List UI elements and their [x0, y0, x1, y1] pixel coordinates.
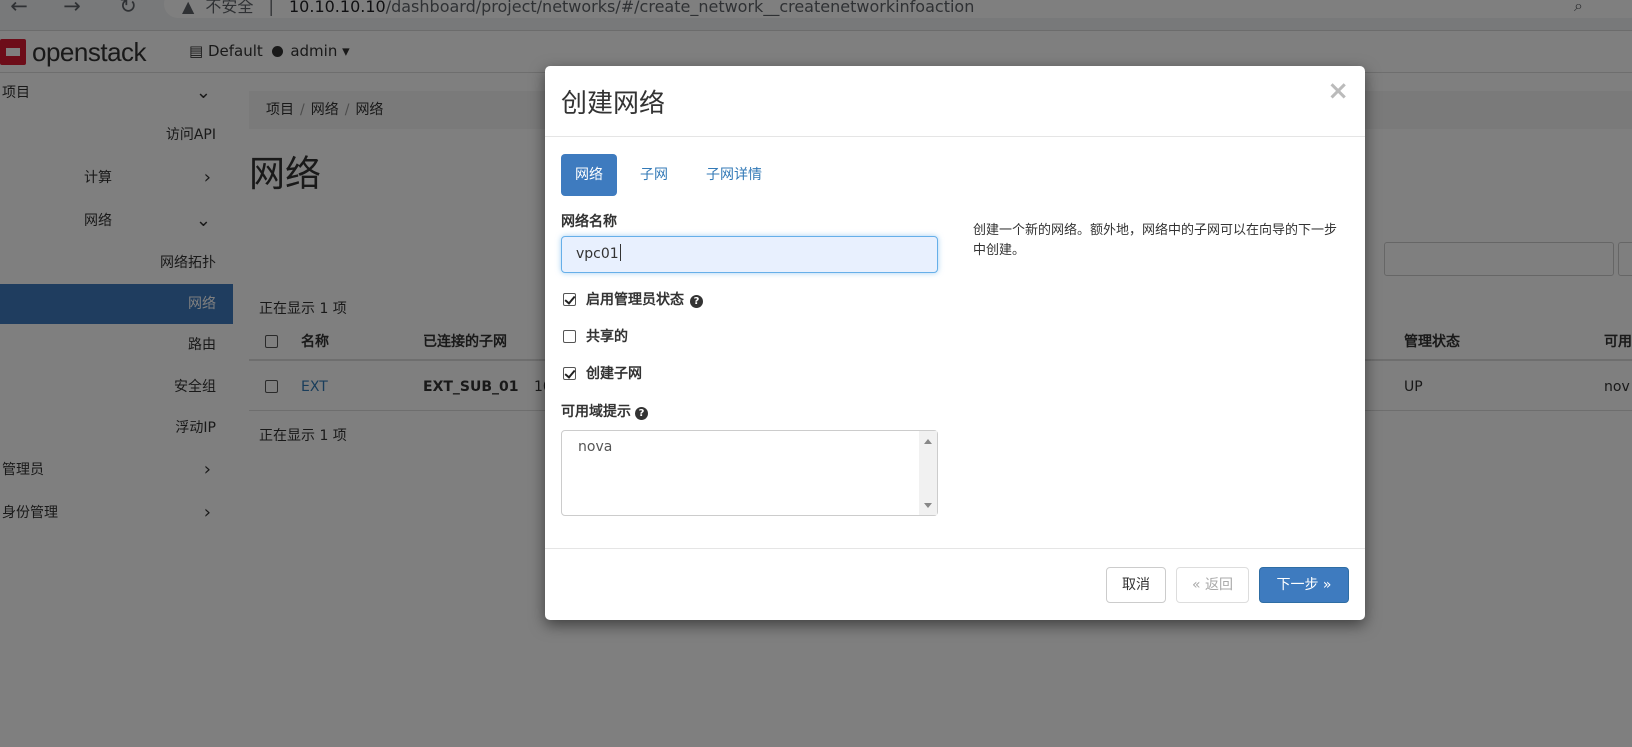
az-hints-select[interactable]: nova	[561, 430, 938, 516]
scroll-up-icon[interactable]	[924, 439, 932, 444]
tab-network[interactable]: 网络	[561, 154, 617, 196]
next-button[interactable]: 下一步 »	[1259, 567, 1349, 603]
admin-state-option[interactable]: 启用管理员状态?	[563, 290, 703, 310]
modal-title: 创建网络	[561, 89, 666, 119]
network-name-value: vpc01	[576, 246, 619, 262]
modal-footer: 取消 « 返回 下一步 »	[545, 548, 1365, 620]
back-button[interactable]: « 返回	[1176, 567, 1249, 603]
admin-state-label: 启用管理员状态	[586, 292, 684, 308]
cancel-button[interactable]: 取消	[1106, 567, 1166, 603]
az-hints-text: 可用域提示	[561, 404, 631, 420]
create-network-dialog: 创建网络 × 网络 子网 子网详情 网络名称 vpc01 启用管理员状态? 共享…	[545, 66, 1365, 620]
network-name-input[interactable]: vpc01	[561, 236, 938, 273]
tab-subnet-details[interactable]: 子网详情	[692, 154, 776, 196]
tab-subnet[interactable]: 子网	[626, 154, 682, 196]
create-subnet-label: 创建子网	[586, 366, 642, 382]
shared-checkbox[interactable]	[563, 330, 576, 343]
shared-label: 共享的	[586, 329, 628, 345]
question-icon[interactable]: ?	[635, 407, 648, 420]
text-caret	[619, 244, 621, 261]
question-icon[interactable]: ?	[690, 295, 703, 308]
modal-header: 创建网络 ×	[545, 66, 1365, 137]
admin-state-checkbox[interactable]	[563, 293, 576, 306]
az-option[interactable]: nova	[578, 439, 612, 455]
close-icon[interactable]: ×	[1327, 78, 1349, 104]
create-subnet-option[interactable]: 创建子网	[563, 364, 642, 384]
network-name-label: 网络名称	[561, 214, 617, 230]
help-description: 创建一个新的网络。额外地，网络中的子网可以在向导的下一步中创建。	[973, 223, 1338, 258]
shared-option[interactable]: 共享的	[563, 327, 628, 347]
create-subnet-checkbox[interactable]	[563, 367, 576, 380]
scroll-down-icon[interactable]	[924, 503, 932, 508]
az-hints-label: 可用域提示?	[561, 401, 648, 421]
